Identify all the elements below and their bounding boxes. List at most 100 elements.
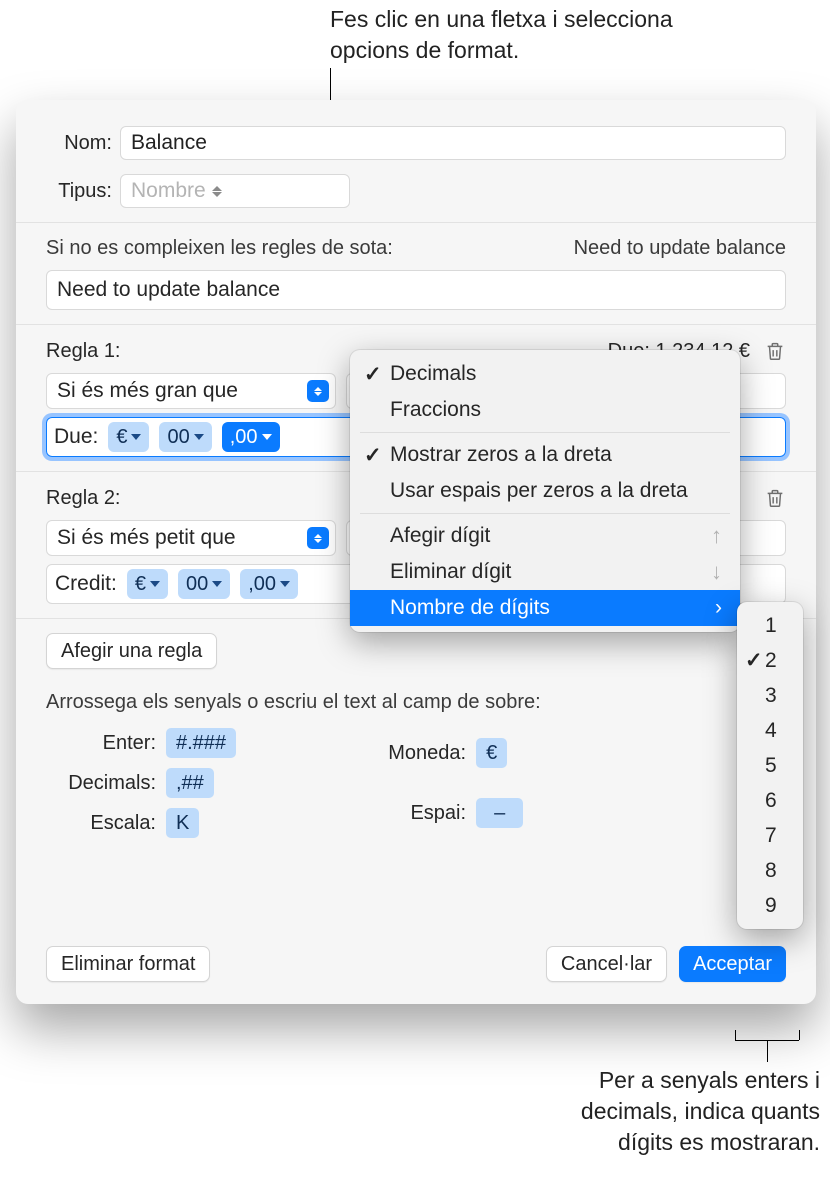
type-value: Nombre [131,179,206,203]
menu-label: Usar espais per zeros a la dreta [390,479,688,503]
check-icon: ✓ [364,362,382,387]
menu-label: Afegir dígit [390,524,490,548]
submenu-label: 1 [765,614,777,638]
decimal-token[interactable]: ,00 [222,422,280,452]
chevron-down-icon [280,581,290,587]
decimals-signal[interactable]: ,## [166,768,214,798]
chevron-down-icon [150,581,160,587]
chevron-down-icon [262,434,272,440]
divider [16,324,816,325]
menu-item-fractions[interactable]: Fraccions [350,392,740,428]
integer-token[interactable]: 00 [178,569,230,599]
rule1-condition-value: Si és més gran que [57,379,238,403]
menu-label: Mostrar zeros a la dreta [390,443,612,467]
submenu-label: 9 [765,894,777,918]
submenu-item-4[interactable]: 4 [737,713,803,748]
delete-format-button[interactable]: Eliminar format [46,946,210,982]
submenu-label: 3 [765,684,777,708]
submenu-item-6[interactable]: 6 [737,783,803,818]
trash-icon[interactable] [764,339,786,363]
add-rule-button[interactable]: Afegir una regla [46,633,217,669]
chevron-right-icon: › [715,596,722,620]
currency-token[interactable]: € [127,569,168,599]
up-arrow-icon: ↑ [711,523,722,549]
updown-icon [307,527,329,549]
rule1-condition-select[interactable]: Si és més gran que [46,373,336,409]
rule2-condition-select[interactable]: Si és més petit que [46,520,336,556]
chevron-down-icon [194,434,204,440]
menu-item-show-zeros[interactable]: ✓ Mostrar zeros a la dreta [350,437,740,473]
check-icon: ✓ [745,648,763,673]
callout-leader [735,1030,736,1040]
callout-top: Fes clic en una fletxa i selecciona opci… [330,4,690,66]
cancel-button[interactable]: Cancel·lar [546,946,667,982]
currency-token[interactable]: € [108,422,149,452]
enter-signal[interactable]: #.### [166,728,236,758]
escala-label: Escala: [46,812,156,835]
num-digits-submenu[interactable]: 1 ✓2 3 4 5 6 7 8 9 [737,602,803,929]
menu-label: Eliminar dígit [390,560,511,584]
if-none-label: Si no es compleixen les regles de sota: [46,237,393,260]
submenu-label: 8 [765,859,777,883]
token-label: 00 [167,426,189,449]
token-label: ,00 [230,426,258,449]
rule1-prefix: Due: [54,425,98,449]
drag-hint: Arrossega els senyals o escriu el text a… [16,691,816,714]
escala-signal[interactable]: K [166,808,199,838]
token-label: € [116,426,127,449]
token-label: 00 [186,573,208,596]
chevron-down-icon [131,434,141,440]
submenu-label: 5 [765,754,777,778]
decimal-token[interactable]: ,00 [240,569,298,599]
name-label: Nom: [46,132,120,155]
submenu-item-5[interactable]: 5 [737,748,803,783]
updown-icon [307,380,329,402]
check-icon: ✓ [364,443,382,468]
menu-separator [360,432,730,433]
submenu-item-1[interactable]: 1 [737,608,803,643]
espai-label: Espai: [356,802,466,825]
updown-icon [212,181,226,201]
down-arrow-icon: ↓ [711,559,722,585]
submenu-item-3[interactable]: 3 [737,678,803,713]
menu-item-add-digit[interactable]: Afegir dígit ↑ [350,518,740,554]
menu-item-decimals[interactable]: ✓ Decimals [350,356,740,392]
trash-icon[interactable] [764,486,786,510]
submenu-label: 4 [765,719,777,743]
rule2-title: Regla 2: [46,487,121,510]
submenu-item-2[interactable]: ✓2 [737,643,803,678]
name-input[interactable]: Balance [120,126,786,160]
decimal-format-menu[interactable]: ✓ Decimals Fraccions ✓ Mostrar zeros a l… [350,350,740,632]
menu-item-remove-digit[interactable]: Eliminar dígit ↓ [350,554,740,590]
callout-leader [767,1040,768,1062]
espai-signal[interactable]: – [476,798,523,828]
rule2-prefix: Credit: [55,572,117,596]
menu-item-num-digits[interactable]: Nombre de dígits › [350,590,740,626]
callout-leader [799,1030,800,1040]
type-select[interactable]: Nombre [120,174,350,208]
callout-bottom: Per a senyals enters i decimals, indica … [560,1065,820,1158]
token-label: € [135,573,146,596]
submenu-label: 7 [765,824,777,848]
token-label: ,00 [248,573,276,596]
menu-item-use-spaces[interactable]: Usar espais per zeros a la dreta [350,473,740,509]
menu-label: Nombre de dígits [390,596,550,620]
submenu-label: 2 [765,649,777,673]
submenu-item-8[interactable]: 8 [737,853,803,888]
if-none-preview: Need to update balance [574,237,786,260]
chevron-down-icon [212,581,222,587]
none-text-input[interactable]: Need to update balance [46,270,786,310]
divider [16,222,816,223]
integer-token[interactable]: 00 [159,422,211,452]
decimals-label: Decimals: [46,772,156,795]
moneda-signal[interactable]: € [476,738,507,768]
submenu-item-9[interactable]: 9 [737,888,803,923]
menu-label: Decimals [390,362,476,386]
rule2-condition-value: Si és més petit que [57,526,236,550]
menu-separator [360,513,730,514]
enter-label: Enter: [46,732,156,755]
submenu-label: 6 [765,789,777,813]
rule1-title: Regla 1: [46,340,121,363]
submenu-item-7[interactable]: 7 [737,818,803,853]
accept-button[interactable]: Acceptar [679,946,786,982]
